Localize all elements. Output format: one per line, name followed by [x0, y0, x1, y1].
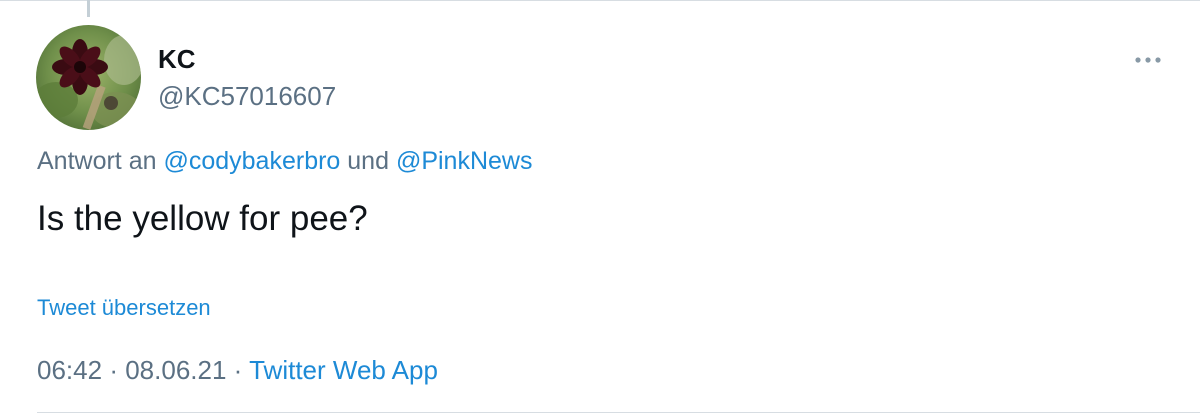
more-dots-icon — [1135, 57, 1161, 63]
mention-link[interactable]: @codybakerbro — [163, 147, 340, 175]
meta-separator: · — [109, 355, 118, 385]
author-handle[interactable]: @KC57016607 — [158, 81, 336, 112]
mention-link[interactable]: @PinkNews — [396, 147, 533, 175]
translate-tweet-link[interactable]: Tweet übersetzen — [37, 295, 211, 321]
flower-avatar-icon — [36, 25, 141, 130]
meta-separator: · — [233, 355, 243, 385]
tweet-meta: 06:42 · 08.06.21 · Twitter Web App — [37, 355, 438, 386]
avatar[interactable] — [36, 25, 141, 130]
tweet-text: Is the yellow for pee? — [37, 199, 368, 238]
reply-context: Antwort an @codybakerbro und @PinkNews — [37, 147, 532, 176]
top-divider — [0, 0, 1200, 1]
reply-prefix: Antwort an — [37, 147, 157, 175]
more-options-button[interactable] — [1128, 48, 1168, 72]
source-app-link[interactable]: Twitter Web App — [249, 355, 438, 385]
author-name[interactable]: KC — [158, 44, 196, 75]
tweet-time[interactable]: 06:42 — [37, 355, 102, 385]
tweet-date[interactable]: 08.06.21 — [125, 355, 226, 385]
thread-connector-line — [87, 0, 90, 17]
bottom-divider — [37, 412, 1200, 413]
reply-conjunction: und — [347, 147, 389, 175]
